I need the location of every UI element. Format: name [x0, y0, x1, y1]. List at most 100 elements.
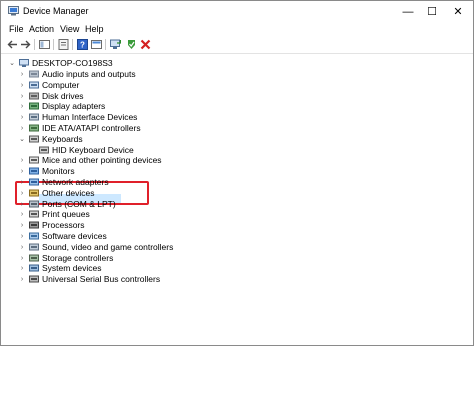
toolbar-separator: [53, 39, 54, 50]
chevron-right-icon[interactable]: ›: [18, 209, 26, 219]
menu-view[interactable]: View: [60, 24, 79, 34]
tree-category-label: Mice and other pointing devices: [42, 155, 162, 166]
help-icon[interactable]: ?: [77, 39, 88, 50]
tree-category-label: Display adapters: [42, 101, 106, 112]
update-driver-view-icon[interactable]: [91, 39, 102, 50]
tree-child-label: HID Keyboard Device: [52, 144, 134, 155]
menu-action[interactable]: Action: [29, 24, 54, 34]
tree-category-node[interactable]: › Print queues: [1, 209, 301, 220]
title-bar[interactable]: Device Manager — ☐ ✕: [1, 1, 473, 23]
uninstall-device-icon[interactable]: [140, 39, 151, 50]
chevron-right-icon[interactable]: ›: [18, 91, 26, 101]
tree-category-node[interactable]: › Other devices: [1, 188, 301, 199]
chevron-right-icon[interactable]: ›: [18, 101, 26, 111]
tree-category-node[interactable]: › Network adapters: [1, 177, 301, 188]
close-button[interactable]: ✕: [443, 1, 473, 23]
tree-category-node[interactable]: › IDE ATA/ATAPI controllers: [1, 123, 301, 134]
network-adapter-icon: [29, 178, 39, 186]
tree-category-label: Disk drives: [42, 90, 84, 101]
chevron-right-icon[interactable]: ›: [18, 253, 26, 263]
chevron-right-icon[interactable]: ›: [18, 80, 26, 90]
tree-category-label: Processors: [42, 220, 85, 231]
chevron-right-icon[interactable]: ›: [18, 166, 26, 176]
chevron-right-icon[interactable]: ›: [18, 199, 26, 209]
chevron-right-icon[interactable]: ›: [18, 155, 26, 165]
tree-child-node[interactable]: HID Keyboard Device: [1, 145, 301, 156]
chevron-right-icon[interactable]: ›: [18, 112, 26, 122]
enable-device-icon[interactable]: [126, 39, 137, 50]
tree-category-label: Audio inputs and outputs: [42, 69, 136, 79]
tree-root-label: DESKTOP-CO198S3: [32, 58, 113, 68]
show-hide-console-tree-icon[interactable]: [39, 39, 50, 50]
tree-category-node[interactable]: › Universal Serial Bus controllers: [1, 274, 301, 285]
tree-category-node[interactable]: › System devices: [1, 263, 301, 274]
software-device-icon: [29, 232, 39, 240]
sound-icon: [29, 243, 39, 251]
tree-category-node[interactable]: › Human Interface Devices: [1, 112, 301, 123]
chevron-down-icon[interactable]: ⌄: [8, 58, 16, 68]
chevron-right-icon[interactable]: ›: [18, 69, 26, 79]
window-title: Device Manager: [23, 6, 89, 16]
other-devices-icon: [29, 189, 39, 197]
chevron-right-icon[interactable]: ›: [18, 188, 26, 198]
storage-controller-icon: [29, 254, 39, 262]
tree-root-node[interactable]: ⌄ DESKTOP-CO198S3: [1, 58, 201, 69]
printer-icon: [29, 210, 39, 218]
disk-drive-icon: [29, 92, 39, 100]
tree-category-label: Universal Serial Bus controllers: [42, 274, 161, 285]
tree-category-node[interactable]: › Ports (COM & LPT): [1, 199, 301, 210]
chevron-right-icon[interactable]: ›: [18, 220, 26, 230]
toolbar: ?: [1, 36, 473, 54]
tree-category-label: Ports (COM & LPT): [42, 198, 116, 209]
chevron-right-icon[interactable]: ›: [18, 177, 26, 187]
chevron-down-icon[interactable]: ⌄: [18, 134, 26, 144]
device-manager-window: Device Manager — ☐ ✕ File Action View He…: [0, 0, 474, 346]
hid-icon: [29, 113, 39, 121]
tree-category-label: Other devices: [42, 187, 95, 198]
tree-category-node[interactable]: › Display adapters: [1, 101, 301, 112]
menu-help[interactable]: Help: [85, 24, 104, 34]
tree-category-label: Computer: [42, 79, 80, 90]
tree-category-label: Print queues: [42, 209, 90, 220]
tree-category-node[interactable]: › Sound, video and game controllers: [1, 242, 301, 253]
port-icon: [29, 200, 39, 208]
back-arrow-icon[interactable]: [7, 39, 18, 50]
tree-category-node[interactable]: › Audio inputs and outputs: [1, 69, 301, 80]
toolbar-separator: [34, 39, 35, 50]
monitor-icon: [29, 167, 39, 175]
tree-category-node[interactable]: › Storage controllers: [1, 253, 301, 264]
tree-category-node[interactable]: › Software devices: [1, 231, 301, 242]
mouse-icon: [29, 156, 39, 164]
properties-icon[interactable]: [58, 39, 69, 50]
chevron-right-icon[interactable]: ›: [18, 242, 26, 252]
chevron-right-icon[interactable]: ›: [18, 274, 26, 284]
chevron-right-icon[interactable]: ›: [18, 263, 26, 273]
svg-text:?: ?: [80, 41, 85, 50]
tree-category-node[interactable]: › Disk drives: [1, 91, 301, 102]
tree-category-label: IDE ATA/ATAPI controllers: [42, 123, 141, 133]
tree-category-label: Storage controllers: [42, 252, 114, 263]
toolbar-separator: [105, 39, 106, 50]
chevron-right-icon[interactable]: ›: [18, 123, 26, 133]
chevron-right-icon[interactable]: ›: [18, 231, 26, 241]
computer-icon: [19, 59, 29, 67]
scan-hardware-icon[interactable]: [110, 39, 121, 50]
tree-category-node[interactable]: ⌄ Keyboards: [1, 134, 301, 145]
tree-category-label: Network adapters: [42, 177, 109, 187]
keyboard-icon: [39, 146, 49, 154]
speaker-icon: [29, 70, 39, 78]
menu-bar: File Action View Help: [1, 23, 473, 36]
tree-category-label: Keyboards: [42, 133, 83, 144]
menu-file[interactable]: File: [9, 24, 24, 34]
tree-category-node[interactable]: › Processors: [1, 220, 301, 231]
processor-icon: [29, 221, 39, 229]
device-manager-app-icon: [8, 6, 19, 16]
tree-category-node[interactable]: › Mice and other pointing devices: [1, 155, 301, 166]
keyboard-icon: [29, 135, 39, 143]
scrollbar[interactable]: [466, 107, 472, 397]
forward-arrow-icon[interactable]: [20, 39, 31, 50]
tree-category-node[interactable]: › Computer: [1, 80, 301, 91]
ide-controller-icon: [29, 124, 39, 132]
tree-category-node[interactable]: › Monitors: [1, 166, 301, 177]
system-device-icon: [29, 264, 39, 272]
